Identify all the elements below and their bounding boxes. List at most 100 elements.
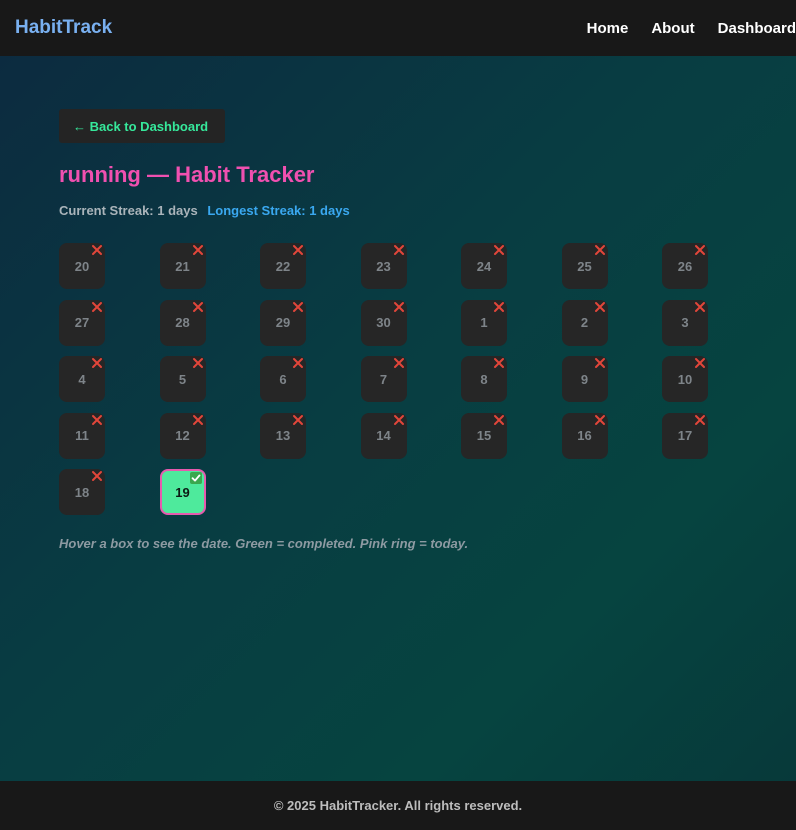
- day-box[interactable]: 27: [59, 299, 105, 346]
- day-box[interactable]: 30: [360, 299, 407, 346]
- cross-mark-icon: [292, 414, 304, 426]
- day-box[interactable]: 5: [159, 356, 206, 402]
- day-number: 4: [78, 371, 86, 387]
- cross-mark-icon: [594, 357, 606, 369]
- cross-mark-icon: [91, 357, 103, 369]
- day-number: 10: [677, 371, 693, 387]
- cross-mark-icon: [91, 244, 103, 256]
- day-number: 13: [275, 428, 291, 443]
- page-title: running — Habit Tracker: [59, 162, 315, 187]
- day-number: 9: [580, 371, 589, 387]
- day-box[interactable]: 23: [360, 243, 407, 289]
- streak-summary: Current Streak: 1 days Longest Streak: 1…: [59, 203, 350, 218]
- cross-mark-icon: [694, 301, 706, 313]
- cross-mark-icon: [493, 357, 505, 369]
- day-number: 26: [677, 258, 693, 274]
- day-number: 1: [480, 315, 488, 330]
- day-box[interactable]: 6: [260, 356, 306, 402]
- day-number: 28: [175, 315, 190, 330]
- day-number: 23: [376, 258, 391, 274]
- day-number: 14: [376, 428, 391, 443]
- day-grid: 20 21 22 23 24 25 26 27 28 29 30 1 2 3 4 5 6 7 8 9 10 11 12 13 1…: [59, 243, 708, 515]
- day-number: 7: [379, 371, 388, 387]
- main-content: ← Back to Dashboard running — Habit Trac…: [0, 56, 796, 781]
- current-streak: Current Streak: 1 days: [59, 203, 198, 218]
- day-box[interactable]: 26: [662, 243, 708, 289]
- day-box[interactable]: 28: [159, 299, 206, 346]
- day-box[interactable]: 1: [461, 299, 507, 346]
- navbar: HabitTrack Home About Dashboard: [0, 0, 796, 56]
- day-box[interactable]: 17: [662, 412, 708, 459]
- day-number: 12: [175, 428, 190, 443]
- day-box[interactable]: 4: [59, 356, 105, 402]
- day-number: 2: [580, 315, 589, 330]
- brand-logo[interactable]: HabitTrack: [15, 17, 112, 39]
- cross-mark-icon: [192, 414, 204, 426]
- nav-link-home[interactable]: Home: [587, 20, 629, 37]
- day-box[interactable]: 2: [561, 299, 608, 346]
- cross-mark-icon: [694, 244, 706, 256]
- day-number: 17: [677, 428, 693, 443]
- day-box-today[interactable]: 19: [159, 469, 206, 515]
- back-to-dashboard-button[interactable]: ← Back to Dashboard: [59, 109, 225, 143]
- nav-link-dashboard[interactable]: Dashboard: [718, 20, 796, 37]
- cross-mark-icon: [91, 414, 103, 426]
- cross-mark-icon: [393, 357, 405, 369]
- cross-mark-icon: [594, 244, 606, 256]
- day-box[interactable]: 14: [360, 412, 407, 459]
- hint-text: Hover a box to see the date. Green = com…: [59, 536, 469, 551]
- check-mark-icon: [189, 472, 202, 484]
- day-box[interactable]: 24: [461, 243, 507, 289]
- day-number: 11: [75, 428, 89, 443]
- day-number: 24: [476, 258, 492, 274]
- day-box[interactable]: 15: [461, 412, 507, 459]
- day-number: 30: [376, 315, 391, 330]
- day-box[interactable]: 22: [260, 243, 306, 289]
- cross-mark-icon: [292, 301, 304, 313]
- day-number: 3: [681, 315, 689, 330]
- day-number: 27: [74, 315, 90, 330]
- cross-mark-icon: [393, 414, 405, 426]
- cross-mark-icon: [192, 357, 204, 369]
- cross-mark-icon: [292, 357, 304, 369]
- day-box[interactable]: 13: [260, 412, 306, 459]
- day-number: 6: [279, 371, 287, 387]
- nav-link-about[interactable]: About: [651, 20, 694, 37]
- cross-mark-icon: [694, 414, 706, 426]
- day-box[interactable]: 20: [59, 243, 105, 289]
- cross-mark-icon: [192, 244, 204, 256]
- cross-mark-icon: [493, 301, 505, 313]
- footer-copyright: © 2025 HabitTracker. All rights reserved…: [273, 798, 523, 813]
- day-box[interactable]: 29: [260, 299, 306, 346]
- day-box[interactable]: 12: [159, 412, 206, 459]
- cross-mark-icon: [91, 301, 103, 313]
- day-box[interactable]: 8: [461, 356, 507, 402]
- cross-mark-icon: [192, 301, 204, 313]
- day-number: 8: [480, 371, 488, 387]
- footer: © 2025 HabitTracker. All rights reserved…: [0, 781, 796, 830]
- day-box[interactable]: 7: [360, 356, 407, 402]
- day-number: 20: [74, 258, 90, 274]
- day-number: 16: [577, 428, 592, 443]
- cross-mark-icon: [393, 244, 405, 256]
- day-box[interactable]: 18: [59, 469, 105, 515]
- cross-mark-icon: [594, 301, 606, 313]
- day-box[interactable]: 21: [159, 243, 206, 289]
- cross-mark-icon: [292, 244, 304, 256]
- cross-mark-icon: [694, 357, 706, 369]
- day-number: 29: [275, 315, 291, 330]
- nav-links: Home About Dashboard: [587, 0, 796, 56]
- day-number: 18: [74, 484, 90, 500]
- day-number: 15: [476, 428, 492, 443]
- day-box[interactable]: 11: [59, 412, 105, 459]
- day-number: 19: [175, 484, 190, 500]
- day-box[interactable]: 10: [662, 356, 708, 402]
- day-number: 21: [175, 258, 190, 274]
- cross-mark-icon: [393, 301, 405, 313]
- day-box[interactable]: 16: [561, 412, 608, 459]
- day-box[interactable]: 3: [662, 299, 708, 346]
- day-box[interactable]: 9: [561, 356, 608, 402]
- day-box[interactable]: 25: [561, 243, 608, 289]
- day-number: 22: [275, 258, 291, 274]
- cross-mark-icon: [493, 414, 505, 426]
